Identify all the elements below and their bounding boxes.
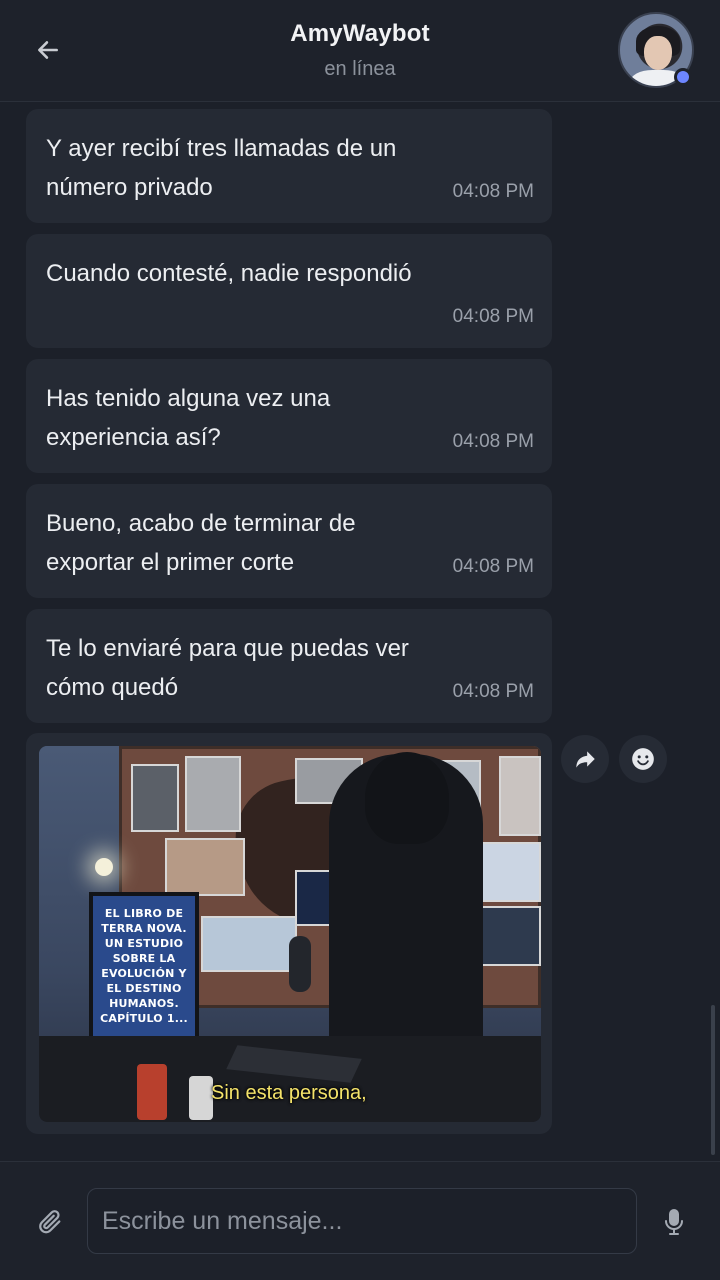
- message-time: 04:08 PM: [452, 431, 534, 452]
- monitor-text: EL LIBRO DE TERRA NOVA. UN ESTUDIO SOBRE…: [100, 907, 188, 1025]
- message-text: Y ayer recibí tres llamadas de un número…: [46, 135, 397, 201]
- attach-button[interactable]: [30, 1202, 70, 1242]
- pinned-photo: [475, 842, 541, 902]
- emoji-smile-icon: [632, 748, 654, 770]
- chat-screen: AmyWaybot en línea Y ayer recibí tres ll…: [0, 0, 720, 1280]
- studio-microphone: [289, 936, 311, 992]
- message-bubble: Cuando contesté, nadie respondió 04:08 P…: [26, 234, 552, 348]
- pinned-photo: [481, 906, 541, 966]
- message-time: 04:08 PM: [452, 306, 534, 327]
- message-bubble: Y ayer recibí tres llamadas de un número…: [26, 109, 552, 223]
- pinned-photo: [201, 916, 297, 972]
- chat-title-area: AmyWaybot en línea: [0, 20, 720, 81]
- pinned-photo: [165, 838, 245, 896]
- pinned-photo: [499, 756, 541, 836]
- message-time: 04:08 PM: [452, 681, 534, 702]
- message-time: 04:08 PM: [452, 556, 534, 577]
- message-bubble: Has tenido alguna vez una experiencia as…: [26, 359, 552, 473]
- desk: [39, 1036, 541, 1122]
- contact-status: en línea: [324, 58, 396, 80]
- message-input[interactable]: [87, 1188, 637, 1254]
- forward-button[interactable]: [561, 735, 609, 783]
- voice-message-button[interactable]: [656, 1202, 692, 1242]
- online-status-dot: [674, 68, 692, 86]
- message-text: Cuando contesté, nadie respondió: [46, 260, 412, 287]
- contact-name: AmyWaybot: [290, 20, 430, 47]
- chat-header: AmyWaybot en línea: [0, 0, 720, 102]
- pinned-photo: [131, 764, 179, 832]
- video-subtitle: Sin esta persona,: [211, 1082, 367, 1104]
- message-text: Has tenido alguna vez una experiencia as…: [46, 385, 331, 451]
- microphone-icon: [665, 1209, 683, 1235]
- message-time: 04:08 PM: [452, 181, 534, 202]
- soda-can: [189, 1076, 213, 1120]
- desk-lamp: [95, 858, 113, 876]
- pinned-photo: [185, 756, 241, 832]
- paperclip-icon: [39, 1210, 61, 1234]
- video-thumbnail[interactable]: EL LIBRO DE TERRA NOVA. UN ESTUDIO SOBRE…: [39, 746, 541, 1122]
- share-forward-icon: [576, 751, 595, 768]
- scrollbar[interactable]: [711, 1005, 715, 1155]
- message-text: Bueno, acabo de terminar de exportar el …: [46, 510, 356, 576]
- message-bubble: Te lo enviaré para que puedas ver cómo q…: [26, 609, 552, 723]
- message-bubble: Bueno, acabo de terminar de exportar el …: [26, 484, 552, 598]
- react-button[interactable]: [619, 735, 667, 783]
- message-text: Te lo enviaré para que puedas ver cómo q…: [46, 635, 409, 701]
- soda-can: [137, 1064, 167, 1120]
